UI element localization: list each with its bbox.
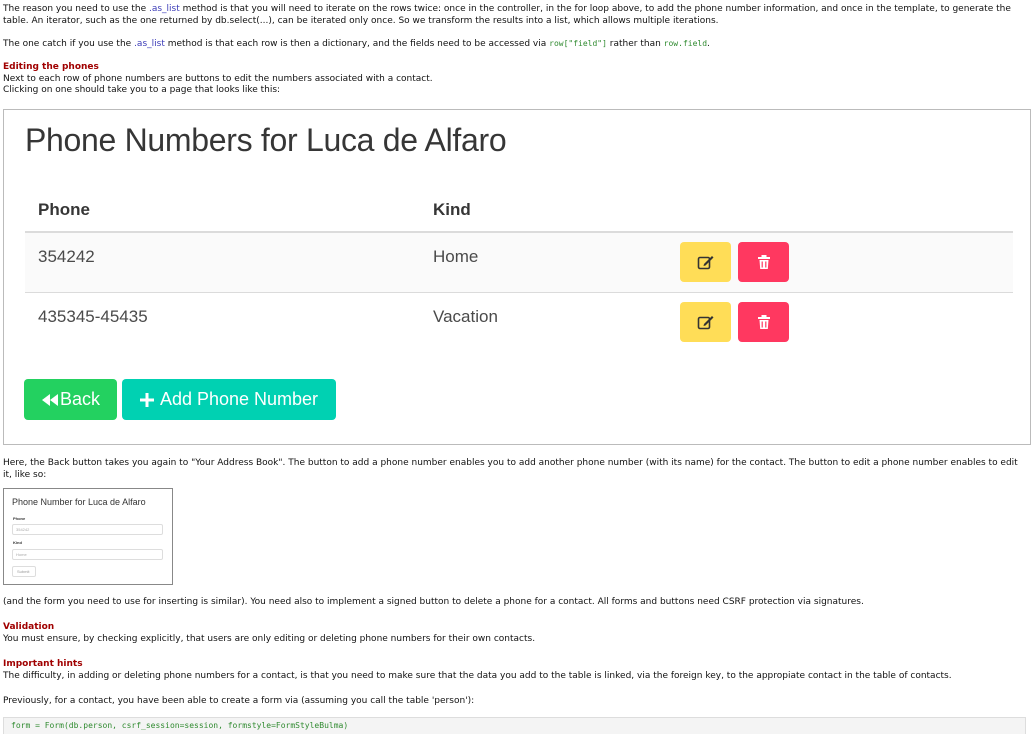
add-phone-button[interactable]: Add Phone Number: [122, 379, 336, 420]
back-label: Back: [59, 389, 101, 409]
intro-paragraph-1: The reason you need to use the .as_list …: [3, 4, 1011, 26]
delete-button[interactable]: [738, 242, 789, 282]
edit-button[interactable]: [680, 302, 731, 342]
kind-cell: Home: [433, 247, 479, 266]
hints-heading: Important hints: [3, 659, 83, 669]
code-row-field: row["field"]: [549, 39, 607, 48]
edit-icon: [697, 316, 713, 330]
validation-text: You must ensure, by checking explicitly,…: [3, 633, 536, 644]
editing-line-1: Next to each row of phone numbers are bu…: [3, 73, 433, 84]
phone-label: Phone: [13, 516, 26, 521]
trash-icon: [757, 315, 770, 329]
back-button[interactable]: Back: [24, 379, 117, 420]
hints-text: The difficulty, in adding or deleting ph…: [3, 670, 952, 681]
column-header-kind: Kind: [433, 200, 471, 219]
after-form-text: (and the form you need to use for insert…: [3, 597, 864, 607]
phone-cell: 354242: [38, 247, 95, 266]
form-title: Phone Number for Luca de Alfaro: [12, 497, 146, 507]
table-row: 435345-45435 Vacation: [25, 292, 1013, 352]
submit-button[interactable]: Submit: [12, 566, 36, 577]
validation-heading: Validation: [3, 622, 55, 632]
as-list-link-2: .as_list: [134, 39, 165, 49]
fast-backward-icon: [41, 393, 58, 406]
after-screenshot-text: Here, the Back button takes you again to…: [3, 458, 1018, 480]
editing-heading: Editing the phones: [3, 62, 99, 72]
as-list-link: .as_list: [148, 4, 180, 14]
intro-paragraph-2: The one catch if you use the .as_list me…: [3, 39, 710, 49]
edit-button[interactable]: [680, 242, 731, 282]
trash-icon: [757, 255, 770, 269]
page-title: Phone Numbers for Luca de Alfaro: [25, 122, 507, 158]
phone-numbers-screenshot: Phone Numbers for Luca de Alfaro Phone K…: [3, 109, 1031, 445]
editing-line-2: Clicking on one should take you to a pag…: [3, 85, 281, 95]
edit-icon: [697, 256, 713, 270]
kind-input[interactable]: Home: [12, 549, 163, 560]
kind-cell: Vacation: [433, 307, 498, 326]
editing-section: Editing the phones Next to each row of p…: [3, 62, 1027, 97]
previously-text: Previously, for a contact, you have been…: [3, 696, 475, 706]
phone-input[interactable]: 354242: [12, 524, 163, 535]
edit-form-screenshot: Phone Number for Luca de Alfaro Phone 35…: [3, 488, 173, 585]
table-row: 354242 Home: [25, 233, 1013, 292]
code-row-dot-field: row.field: [663, 39, 708, 48]
validation-section: Validation You must ensure, by checking …: [3, 622, 1027, 645]
hints-section: Important hints The difficulty, in addin…: [3, 659, 1027, 682]
code-line: form = Form(db.person, csrf_session=sess…: [11, 721, 349, 730]
plus-icon: [139, 392, 154, 407]
column-header-phone: Phone: [38, 200, 90, 219]
code-block: form = Form(db.person, csrf_session=sess…: [3, 717, 1026, 734]
phone-cell: 435345-45435: [38, 307, 148, 326]
delete-button[interactable]: [738, 302, 789, 342]
add-phone-label: Add Phone Number: [159, 389, 319, 409]
kind-label: Kind: [13, 540, 22, 545]
